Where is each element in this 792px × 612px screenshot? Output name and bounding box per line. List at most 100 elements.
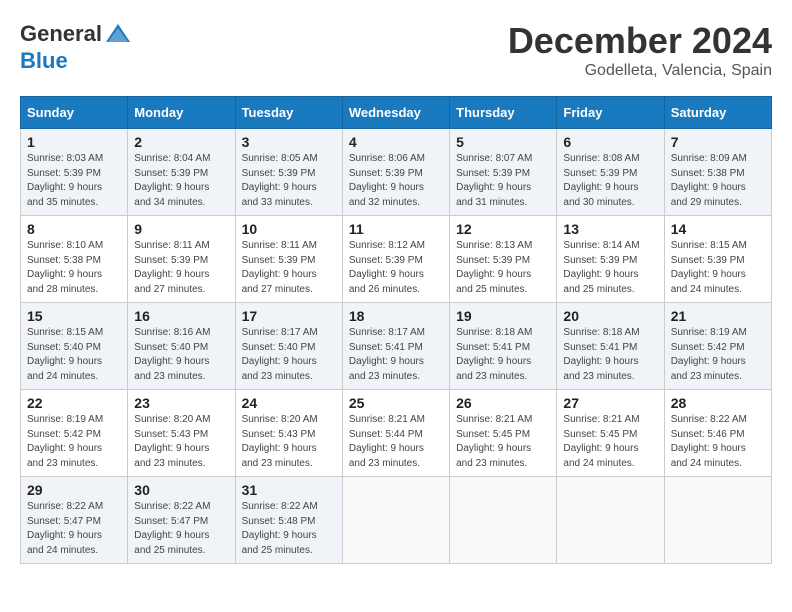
day-number: 23	[134, 395, 228, 411]
day-number: 20	[563, 308, 657, 324]
weekday-header-sunday: Sunday	[21, 97, 128, 129]
day-info: Sunrise: 8:05 AMSunset: 5:39 PMDaylight:…	[242, 153, 318, 208]
day-info: Sunrise: 8:17 AMSunset: 5:40 PMDaylight:…	[242, 327, 318, 382]
weekday-header-saturday: Saturday	[664, 97, 771, 129]
day-info: Sunrise: 8:11 AMSunset: 5:39 PMDaylight:…	[242, 240, 317, 295]
logo-blue-text: Blue	[20, 48, 68, 74]
weekday-header-friday: Friday	[557, 97, 664, 129]
title-block: December 2024 Godelleta, Valencia, Spain	[508, 20, 772, 80]
calendar-cell: 20 Sunrise: 8:18 AMSunset: 5:41 PMDaylig…	[557, 303, 664, 390]
day-info: Sunrise: 8:20 AMSunset: 5:43 PMDaylight:…	[134, 414, 210, 469]
day-info: Sunrise: 8:21 AMSunset: 5:45 PMDaylight:…	[456, 414, 532, 469]
day-number: 5	[456, 134, 550, 150]
calendar-cell: 25 Sunrise: 8:21 AMSunset: 5:44 PMDaylig…	[342, 390, 449, 477]
calendar-cell: 15 Sunrise: 8:15 AMSunset: 5:40 PMDaylig…	[21, 303, 128, 390]
day-number: 18	[349, 308, 443, 324]
day-info: Sunrise: 8:07 AMSunset: 5:39 PMDaylight:…	[456, 153, 532, 208]
day-number: 31	[242, 482, 336, 498]
calendar-cell: 16 Sunrise: 8:16 AMSunset: 5:40 PMDaylig…	[128, 303, 235, 390]
calendar-week-1: 1 Sunrise: 8:03 AMSunset: 5:39 PMDayligh…	[21, 129, 772, 216]
day-info: Sunrise: 8:22 AMSunset: 5:46 PMDaylight:…	[671, 414, 747, 469]
day-number: 1	[27, 134, 121, 150]
day-info: Sunrise: 8:14 AMSunset: 5:39 PMDaylight:…	[563, 240, 639, 295]
calendar-cell: 13 Sunrise: 8:14 AMSunset: 5:39 PMDaylig…	[557, 216, 664, 303]
location-text: Godelleta, Valencia, Spain	[508, 62, 772, 80]
day-number: 19	[456, 308, 550, 324]
calendar-cell: 27 Sunrise: 8:21 AMSunset: 5:45 PMDaylig…	[557, 390, 664, 477]
calendar-week-2: 8 Sunrise: 8:10 AMSunset: 5:38 PMDayligh…	[21, 216, 772, 303]
calendar-week-3: 15 Sunrise: 8:15 AMSunset: 5:40 PMDaylig…	[21, 303, 772, 390]
logo-general-text: General	[20, 21, 102, 47]
calendar-cell: 6 Sunrise: 8:08 AMSunset: 5:39 PMDayligh…	[557, 129, 664, 216]
day-info: Sunrise: 8:21 AMSunset: 5:44 PMDaylight:…	[349, 414, 425, 469]
day-info: Sunrise: 8:13 AMSunset: 5:39 PMDaylight:…	[456, 240, 532, 295]
day-number: 9	[134, 221, 228, 237]
calendar-cell: 2 Sunrise: 8:04 AMSunset: 5:39 PMDayligh…	[128, 129, 235, 216]
calendar-cell: 9 Sunrise: 8:11 AMSunset: 5:39 PMDayligh…	[128, 216, 235, 303]
day-info: Sunrise: 8:09 AMSunset: 5:38 PMDaylight:…	[671, 153, 747, 208]
calendar-week-4: 22 Sunrise: 8:19 AMSunset: 5:42 PMDaylig…	[21, 390, 772, 477]
day-number: 17	[242, 308, 336, 324]
weekday-header-monday: Monday	[128, 97, 235, 129]
day-number: 22	[27, 395, 121, 411]
calendar-cell: 12 Sunrise: 8:13 AMSunset: 5:39 PMDaylig…	[450, 216, 557, 303]
day-number: 3	[242, 134, 336, 150]
day-info: Sunrise: 8:10 AMSunset: 5:38 PMDaylight:…	[27, 240, 103, 295]
logo-icon	[104, 20, 132, 48]
day-info: Sunrise: 8:08 AMSunset: 5:39 PMDaylight:…	[563, 153, 639, 208]
day-number: 8	[27, 221, 121, 237]
day-number: 15	[27, 308, 121, 324]
calendar-cell	[450, 477, 557, 564]
calendar-cell: 7 Sunrise: 8:09 AMSunset: 5:38 PMDayligh…	[664, 129, 771, 216]
calendar-cell: 3 Sunrise: 8:05 AMSunset: 5:39 PMDayligh…	[235, 129, 342, 216]
calendar-week-5: 29 Sunrise: 8:22 AMSunset: 5:47 PMDaylig…	[21, 477, 772, 564]
day-number: 6	[563, 134, 657, 150]
day-info: Sunrise: 8:21 AMSunset: 5:45 PMDaylight:…	[563, 414, 639, 469]
calendar-cell	[342, 477, 449, 564]
logo: General Blue	[20, 20, 132, 74]
day-info: Sunrise: 8:11 AMSunset: 5:39 PMDaylight:…	[134, 240, 209, 295]
calendar-cell: 4 Sunrise: 8:06 AMSunset: 5:39 PMDayligh…	[342, 129, 449, 216]
month-title: December 2024	[508, 20, 772, 62]
calendar-table: SundayMondayTuesdayWednesdayThursdayFrid…	[20, 96, 772, 564]
day-info: Sunrise: 8:03 AMSunset: 5:39 PMDaylight:…	[27, 153, 103, 208]
day-number: 7	[671, 134, 765, 150]
calendar-cell: 8 Sunrise: 8:10 AMSunset: 5:38 PMDayligh…	[21, 216, 128, 303]
calendar-cell: 23 Sunrise: 8:20 AMSunset: 5:43 PMDaylig…	[128, 390, 235, 477]
calendar-cell: 29 Sunrise: 8:22 AMSunset: 5:47 PMDaylig…	[21, 477, 128, 564]
page-header: General Blue December 2024 Godelleta, Va…	[20, 20, 772, 80]
weekday-header-thursday: Thursday	[450, 97, 557, 129]
calendar-cell: 14 Sunrise: 8:15 AMSunset: 5:39 PMDaylig…	[664, 216, 771, 303]
calendar-cell: 17 Sunrise: 8:17 AMSunset: 5:40 PMDaylig…	[235, 303, 342, 390]
day-number: 25	[349, 395, 443, 411]
day-number: 14	[671, 221, 765, 237]
calendar-cell: 5 Sunrise: 8:07 AMSunset: 5:39 PMDayligh…	[450, 129, 557, 216]
calendar-cell: 11 Sunrise: 8:12 AMSunset: 5:39 PMDaylig…	[342, 216, 449, 303]
day-number: 11	[349, 221, 443, 237]
day-number: 24	[242, 395, 336, 411]
weekday-header-tuesday: Tuesday	[235, 97, 342, 129]
day-info: Sunrise: 8:22 AMSunset: 5:47 PMDaylight:…	[134, 501, 210, 556]
day-info: Sunrise: 8:22 AMSunset: 5:47 PMDaylight:…	[27, 501, 103, 556]
day-number: 16	[134, 308, 228, 324]
day-info: Sunrise: 8:19 AMSunset: 5:42 PMDaylight:…	[27, 414, 103, 469]
calendar-cell: 28 Sunrise: 8:22 AMSunset: 5:46 PMDaylig…	[664, 390, 771, 477]
calendar-cell: 1 Sunrise: 8:03 AMSunset: 5:39 PMDayligh…	[21, 129, 128, 216]
day-number: 13	[563, 221, 657, 237]
weekday-header-wednesday: Wednesday	[342, 97, 449, 129]
calendar-cell: 22 Sunrise: 8:19 AMSunset: 5:42 PMDaylig…	[21, 390, 128, 477]
day-info: Sunrise: 8:06 AMSunset: 5:39 PMDaylight:…	[349, 153, 425, 208]
calendar-cell	[664, 477, 771, 564]
calendar-cell: 30 Sunrise: 8:22 AMSunset: 5:47 PMDaylig…	[128, 477, 235, 564]
calendar-cell: 26 Sunrise: 8:21 AMSunset: 5:45 PMDaylig…	[450, 390, 557, 477]
calendar-cell: 21 Sunrise: 8:19 AMSunset: 5:42 PMDaylig…	[664, 303, 771, 390]
day-number: 2	[134, 134, 228, 150]
day-info: Sunrise: 8:19 AMSunset: 5:42 PMDaylight:…	[671, 327, 747, 382]
day-info: Sunrise: 8:22 AMSunset: 5:48 PMDaylight:…	[242, 501, 318, 556]
calendar-cell	[557, 477, 664, 564]
day-info: Sunrise: 8:12 AMSunset: 5:39 PMDaylight:…	[349, 240, 425, 295]
day-number: 21	[671, 308, 765, 324]
day-number: 26	[456, 395, 550, 411]
day-number: 10	[242, 221, 336, 237]
day-info: Sunrise: 8:18 AMSunset: 5:41 PMDaylight:…	[563, 327, 639, 382]
